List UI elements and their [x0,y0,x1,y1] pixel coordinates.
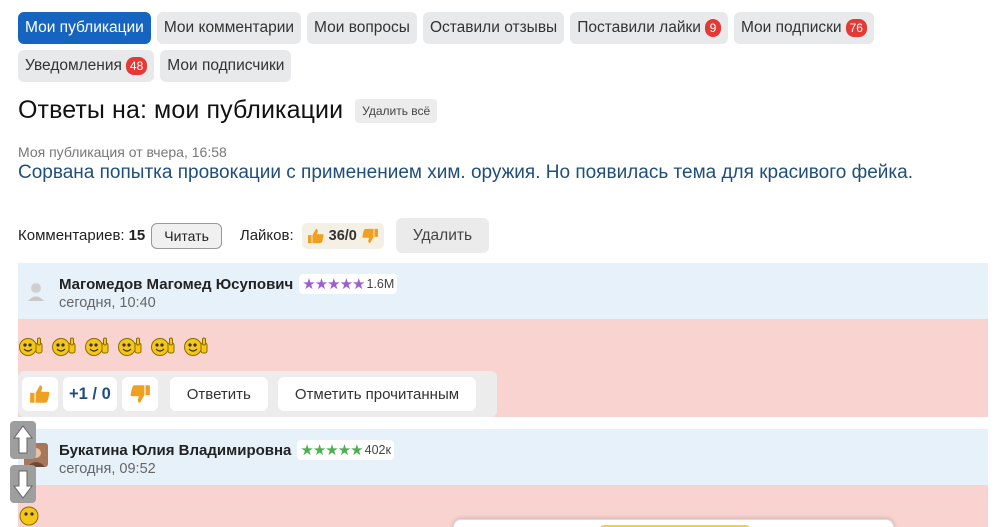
tab-likes[interactable]: Поставили лайки 9 [570,12,728,44]
count-badge: 48 [125,57,148,75]
author-rating: ★★★★★ 402к [297,440,394,460]
comment-time: сегодня, 09:52 [59,461,156,477]
comment-item: Магомедов Магомед Юсупович ★★★★★ 1.6М се… [18,263,988,417]
smiley-row [18,335,210,359]
comment-score: +1 / 0 [63,377,117,411]
tab-label: Мои подписчики [167,57,285,74]
tab-reviews[interactable]: Оставили отзывы [422,12,565,44]
smiley-thumbs-up-icon [52,337,76,356]
likes-box: 36/0 [301,222,384,249]
rating-value: 1.6М [366,277,395,291]
likes-label: Лайков: [239,227,294,244]
delete-all-button[interactable]: Удалить всё [355,98,438,123]
rating-stars: ★★★★★ [300,442,363,459]
publication-stats: Комментариев: 15 Читать Лайков: 36/0 Уда… [18,218,490,253]
tab-label: Мои публикации [25,19,144,36]
likes-value: 36/0 [328,227,357,244]
rating-stars: ★★★★★ [302,276,365,293]
comment-time: сегодня, 10:40 [59,295,156,311]
avatar-icon [28,283,44,301]
thumb-up-icon [307,228,324,243]
tab-label: Мои вопросы [314,19,410,36]
tab-my-questions[interactable]: Мои вопросы [307,12,417,44]
publication-title-link[interactable]: Сорвана попытка провокации с применением… [18,162,913,184]
delete-button[interactable]: Удалить [395,218,490,253]
tab-notifications[interactable]: Уведомления 48 [18,50,155,82]
bottom-popup [453,519,894,527]
tab-subscriptions[interactable]: Мои подписки 76 [733,12,874,44]
comment-header: Магомедов Магомед Юсупович ★★★★★ 1.6М се… [18,263,988,319]
comment-author[interactable]: Букатина Юлия Владимировна ★★★★★ 402к [59,440,394,460]
author-name: Магомедов Магомед Юсупович [59,275,294,293]
count-badge: 76 [845,19,867,37]
tab-subscribers[interactable]: Мои подписчики [160,50,292,82]
author-rating: ★★★★★ 1.6М [299,274,398,294]
thumb-down-icon [130,385,150,403]
publication-meta: Моя публикация от вчера, 16:58 [18,144,227,160]
tab-label: Поставили лайки [577,19,701,36]
smiley-thumbs-up-icon [184,337,208,356]
tab-my-publications[interactable]: Мои публикации [18,12,151,44]
smiley-thumbs-up-icon [118,337,142,356]
smiley-thumbs-up-icon [85,337,109,356]
comment-header: Букатина Юлия Владимировна ★★★★★ 402к се… [18,429,988,485]
scroll-up-icon[interactable] [10,421,36,459]
tab-label: Мои подписки [740,19,842,36]
comment-author[interactable]: Магомедов Магомед Юсупович ★★★★★ 1.6М [59,274,398,294]
smiley-icon [19,506,39,526]
comment-actions: +1 / 0 Ответить Отметить прочитанным [18,371,497,417]
read-button[interactable]: Читать [151,222,222,249]
tab-label: Мои комментарии [163,19,295,36]
mark-read-button[interactable]: Отметить прочитанным [277,377,477,411]
comments-count: 15 [128,227,146,244]
reply-button[interactable]: Ответить [169,377,268,411]
comment-item: Букатина Юлия Владимировна ★★★★★ 402к се… [18,429,988,527]
comment-body: +1 / 0 Ответить Отметить прочитанным [18,319,988,417]
tab-label: Уведомления [25,57,122,74]
dislike-button[interactable] [121,377,158,411]
tab-my-comments[interactable]: Мои комментарии [156,12,302,44]
smiley-thumbs-up-icon [19,337,43,356]
count-badge: 9 [704,19,721,37]
scroll-down-icon[interactable] [10,465,36,503]
tab-label: Оставили отзывы [429,19,558,36]
comments-label: Комментариев: [18,227,125,244]
like-button[interactable] [22,377,58,411]
page-title: Ответы на: мои публикации [18,96,344,124]
author-name: Букатина Юлия Владимировна [59,441,292,459]
tabs-bar: Мои публикации Мои комментарии Мои вопро… [18,12,998,82]
page-heading: Ответы на: мои публикации Удалить всё [18,96,438,125]
thumb-up-icon [30,385,50,403]
rating-value: 402к [364,443,391,457]
smiley-thumbs-up-icon [151,337,175,356]
thumb-down-icon [362,228,378,243]
